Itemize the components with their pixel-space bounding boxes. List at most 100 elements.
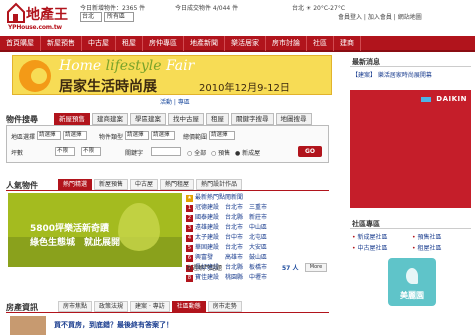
radio-all[interactable]: ○ 全部 [187,148,206,157]
brand-logo-box[interactable]: 美麗園 [388,258,436,306]
tab-keyword[interactable]: 關鍵字搜尋 [231,113,274,125]
nav-item[interactable]: 建商 [334,36,361,51]
list-item[interactable]: 5 華固建設 台北市 大安區 [186,243,329,253]
community-link[interactable]: 新成屋社區 [352,232,387,241]
pattern-select[interactable]: 請選擇 [151,131,175,140]
nav-item[interactable]: 新屋預售 [41,36,82,51]
nav-item[interactable]: 租屋 [116,36,143,51]
latest-divider [350,66,471,67]
topic-count: 57 人 [282,265,299,272]
nav-item[interactable]: 地產新聞 [184,36,225,51]
nav-item[interactable]: 社區 [307,36,334,51]
sold-listings-stat: 今日成交物件 4/044 件 [175,5,239,12]
top-links: 會員登入 | 加入會員 | 網站地圖 [338,14,422,21]
news-tabs: 房市焦點 政策法規 建案 · 專訪 社區動態 房市走勢 [58,301,244,312]
ping-from-input[interactable]: 不限 [55,147,75,156]
banner-link[interactable]: 活動 [160,99,172,106]
tab-school[interactable]: 學區建案 [130,113,166,125]
leaf-decoration-icon [118,203,160,251]
house-logo-icon: 地產王 [7,2,68,23]
register-link[interactable]: 加入會員 [368,14,392,21]
community-link[interactable]: 租屋社區 [412,243,441,252]
nav-item[interactable]: 房仲專區 [143,36,184,51]
sitemap-link[interactable]: 網站地圖 [398,14,422,21]
daikin-logo-icon [421,97,431,102]
brand-name: 美麗園 [400,291,424,300]
list-item[interactable]: ★ 最新熱門點閱新聞 [186,193,329,203]
tab-rent[interactable]: 租屋 [206,113,229,125]
list-item[interactable]: 3 遠雄建設 台北市 中山區 [186,223,329,233]
price-select[interactable]: 請選擇 [209,131,235,140]
tab-hot-picks[interactable]: 熱門精選 [58,179,93,190]
tab-new-presale[interactable]: 新屋預售 [54,113,90,125]
sprout-icon [406,268,418,284]
ad-brand: DAIKIN [436,95,467,103]
logo-text: 地產王 [26,6,68,23]
nav-item[interactable]: 首頁購屋 [0,36,41,51]
daikin-advertisement[interactable]: DAIKIN [350,90,471,208]
tab-builder[interactable]: 建商建案 [92,113,128,125]
login-link[interactable]: 會員登入 [338,14,362,21]
news-thumbnail[interactable] [10,316,46,335]
list-item[interactable]: 8 寶佳建設 桃園縣 中壢市 [186,273,329,283]
list-item[interactable]: 2 國泰建設 台北縣 新莊市 [186,213,329,223]
keyword-label: 關鍵字 [125,150,144,157]
community-link[interactable]: 中古屋社區 [352,243,387,252]
tab-trend[interactable]: 房市走勢 [207,301,242,312]
tab-hot-rent[interactable]: 熱門租屋 [160,179,195,190]
list-item[interactable]: 6 興富發 高雄市 鼓山區 [186,253,329,263]
nav-item[interactable]: 房市討論 [266,36,307,51]
ping-to-input[interactable]: 不限 [81,147,101,156]
area-select[interactable]: 請選擇 [37,131,61,140]
tab-community[interactable]: 社區動態 [171,301,206,312]
featured-line2: 綠色生態城 就此展開 [30,238,121,248]
tab-interview[interactable]: 建案 · 專訪 [130,301,170,312]
home-lifestyle-fair-banner[interactable]: Home lifestyle Fair 居家生活時尚展 2010年12月9-12… [12,55,332,95]
region-select[interactable]: 台北 [80,12,102,22]
nav-item[interactable]: 中古屋 [82,36,116,51]
tab-design-works[interactable]: 熱門設計作品 [196,179,243,190]
fair-logo-icon [19,60,51,92]
more-button[interactable]: More [305,263,327,272]
area-label: 地區選擇 [11,134,36,141]
keyword-input[interactable] [151,147,181,156]
type-select[interactable]: 請選擇 [125,131,149,140]
banner-link[interactable]: 專區 [178,99,190,106]
radio-presale[interactable]: ○ 預售 [211,148,230,157]
banner-links: 活動 | 專區 [160,99,190,106]
news-headline[interactable]: 買不買房，到底錯？最後終有答案了！ [54,320,173,330]
radio-new[interactable]: ● 新成屋 [235,148,260,157]
popular-tabs: 熱門精選 新屋預售 中古屋 熱門租屋 熱門設計作品 [58,179,244,190]
nav-item[interactable]: 樂活居家 [225,36,266,51]
tab-market-focus[interactable]: 房市焦點 [58,301,93,312]
featured-line1: 5800坪樂活新奇蹟 [30,224,110,234]
list-item[interactable]: 4 太子建設 台中市 北屯區 [186,233,329,243]
search-tabs: 新屋預售 建商建案 學區建案 找中古屋 租屋 關鍵字搜尋 地圖搜尋 [54,113,314,125]
community-link[interactable]: 預售社區 [412,232,441,241]
tab-new-presale[interactable]: 新屋預售 [94,179,129,190]
weekly-topic-label: 本週熱門話題 [186,265,223,272]
tab-used-house[interactable]: 中古屋 [130,179,159,190]
logo-url: YPHouse.com.tw [8,24,62,31]
tab-map[interactable]: 地圖搜尋 [275,113,312,125]
weather-info: 台北 ☀ 20°C-27°C [292,5,346,12]
price-label: 總價範圍 [183,134,208,141]
district-select[interactable]: 請選擇 [63,131,87,140]
popular-divider [6,190,329,191]
latest-news-item[interactable]: 【建案】 樂活居家時尚展開幕 [352,70,432,79]
banner-title: 居家生活時尚展 [59,79,157,95]
type-label: 物件類型 [99,134,124,141]
main-nav: 首頁購屋 新屋預售 中古屋 租屋 房仲專區 地產新聞 樂活居家 房市討論 社區 … [0,36,475,52]
search-section-title: 物件搜尋 [6,115,38,124]
banner-date: 2010年12月9-12日 [199,83,290,94]
news-divider [6,312,329,313]
tab-policy[interactable]: 政策法規 [94,301,129,312]
list-item[interactable]: 1 冠德建設 台北市 三重市 [186,203,329,213]
ping-label: 坪數 [11,150,24,157]
site-logo[interactable]: 地產王 YPHouse.com.tw [6,2,76,32]
search-go-button[interactable]: GO [298,146,322,157]
featured-project-image[interactable]: 5800坪樂活新奇蹟 綠色生態城 就此展開 [8,193,182,267]
district-select[interactable]: 所有區 [104,12,134,22]
new-listings-stat: 今日新增物件：2365 件 [80,5,146,12]
tab-used[interactable]: 找中古屋 [168,113,204,125]
